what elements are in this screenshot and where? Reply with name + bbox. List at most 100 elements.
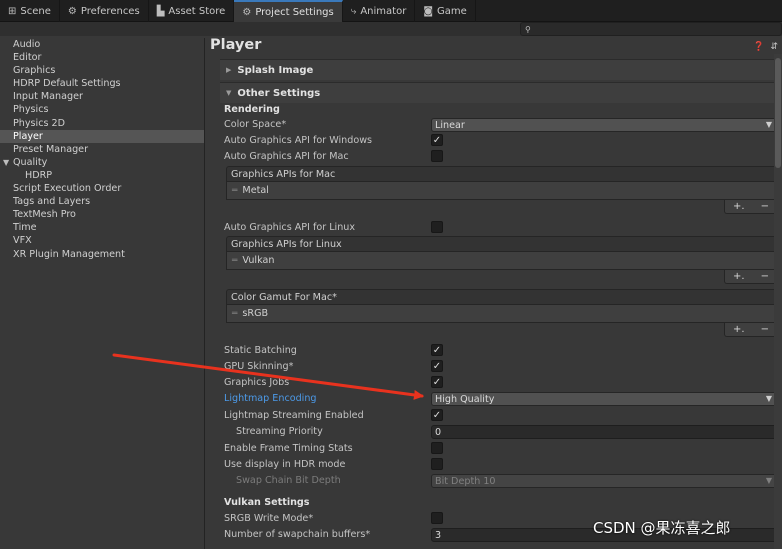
tab-asset-store[interactable]: ▙ Asset Store [149,0,235,22]
sidebar-item-vfx[interactable]: VFX [0,234,204,247]
color-gamut-list-header: Color Gamut For Mac* [226,289,778,305]
auto-graphics-api-windows-label: Auto Graphics API for Windows [224,135,373,146]
tab-label: Preferences [80,5,140,17]
auto-graphics-api-windows-row: Auto Graphics API for Windows ✓ [224,133,778,149]
swapchain-buffers-label: Number of swapchain buffers* [224,529,371,540]
search-input[interactable]: ⚲ [520,22,782,36]
drag-handle-icon[interactable]: ═ [232,256,237,266]
sidebar-item-audio[interactable]: Audio [0,38,204,51]
sidebar-item-time[interactable]: Time [0,221,204,234]
swap-chain-bit-depth-dropdown[interactable]: Bit Depth 10 ▼ [431,474,777,488]
graphics-jobs-checkbox[interactable]: ✓ [431,376,443,388]
static-batching-row: Static Batching ✓ [224,343,778,359]
gpu-skinning-checkbox[interactable]: ✓ [431,360,443,372]
streaming-priority-field[interactable]: 0 [431,425,777,439]
chevron-down-icon: ▼ [226,89,232,97]
dropdown-arrow-icon: ▼ [765,476,772,485]
field-value: 3 [435,529,442,541]
graphics-apis-linux-list-item[interactable]: ═ Vulkan [226,252,778,270]
dropdown-value: Bit Depth 10 [435,475,496,487]
tab-game[interactable]: ◙ Game [415,0,476,22]
color-space-row: Color Space* Linear ▼ [224,117,778,133]
sidebar-item-textmesh-pro[interactable]: TextMesh Pro [0,208,204,221]
swap-chain-bit-depth-row: Swap Chain Bit Depth Bit Depth 10 ▼ [224,473,778,489]
sidebar-item-tags-and-layers[interactable]: Tags and Layers [0,195,204,208]
tab-label: Project Settings [255,6,334,18]
add-button[interactable]: +. [733,271,745,282]
preset-settings-icon[interactable]: ⇵ [770,42,778,52]
tab-label: Scene [20,5,51,17]
rendering-heading: Rendering [224,104,280,115]
drag-handle-icon[interactable]: ═ [232,309,237,319]
chevron-down-icon[interactable]: ▼ [3,156,13,169]
panel-header-icons: ❓ ⇵ [753,42,778,52]
list-header-label: Graphics APIs for Linux [231,238,342,250]
lightmap-encoding-dropdown[interactable]: High Quality ▼ [431,392,777,406]
streaming-priority-label: Streaming Priority [236,426,323,437]
sidebar-item-preset-manager[interactable]: Preset Manager [0,143,204,156]
sidebar-item-hdrp-default-settings[interactable]: HDRP Default Settings [0,77,204,90]
tab-bar-filler [476,0,782,21]
auto-graphics-api-linux-checkbox[interactable] [431,221,443,233]
remove-button[interactable]: − [761,271,769,282]
sidebar-item-hdrp[interactable]: HDRP [0,169,204,182]
frame-timing-row: Enable Frame Timing Stats [224,441,778,457]
sidebar-item-xr-plugin-management[interactable]: XR Plugin Management [0,248,204,261]
list-item-label: Vulkan [242,255,275,266]
auto-graphics-api-mac-checkbox[interactable] [431,150,443,162]
hdr-display-checkbox[interactable] [431,458,443,470]
color-gamut-list-item[interactable]: ═ sRGB [226,305,778,323]
remove-button[interactable]: − [761,324,769,335]
static-batching-checkbox[interactable]: ✓ [431,344,443,356]
gpu-skinning-row: GPU Skinning* ✓ [224,359,778,375]
page-title: Player [210,37,262,53]
add-button[interactable]: +. [733,324,745,335]
sidebar-item-quality[interactable]: ▼ Quality [0,156,204,169]
color-gamut-list-footer: +. − [724,323,778,337]
hdr-display-row: Use display in HDR mode [224,457,778,473]
hdr-display-label: Use display in HDR mode [224,459,346,470]
static-batching-label: Static Batching [224,345,297,356]
streaming-priority-row: Streaming Priority 0 [224,424,778,440]
tab-label: Asset Store [168,5,226,17]
search-icon: ⚲ [525,24,531,34]
sidebar-item-label: Quality [13,156,48,168]
sidebar-item-script-execution-order[interactable]: Script Execution Order [0,182,204,195]
sidebar-item-input-manager[interactable]: Input Manager [0,90,204,103]
sidebar-item-physics-2d[interactable]: Physics 2D [0,117,204,130]
scrollbar-thumb[interactable] [775,58,781,168]
tab-project-settings[interactable]: ⚙ Project Settings [234,0,343,22]
gpu-skinning-label: GPU Skinning* [224,361,294,372]
color-space-dropdown[interactable]: Linear ▼ [431,118,777,132]
sidebar-item-editor[interactable]: Editor [0,51,204,64]
srgb-write-mode-checkbox[interactable] [431,512,443,524]
frame-timing-checkbox[interactable] [431,442,443,454]
editor-tab-bar: ⊞ Scene ⚙ Preferences ▙ Asset Store ⚙ Pr… [0,0,782,22]
lightmap-streaming-label: Lightmap Streaming Enabled [224,410,364,421]
graphics-apis-linux-list-header: Graphics APIs for Linux [226,236,778,252]
lightmap-streaming-checkbox[interactable]: ✓ [431,409,443,421]
auto-graphics-api-windows-checkbox[interactable]: ✓ [431,134,443,146]
list-item-label: sRGB [242,308,269,319]
tab-preferences[interactable]: ⚙ Preferences [60,0,149,22]
watermark-text: CSDN @果冻喜之郎 [593,519,731,537]
sidebar-item-player[interactable]: Player [0,129,204,143]
other-settings-foldout[interactable]: ▼ Other Settings [220,82,778,103]
vertical-scrollbar[interactable] [774,54,782,549]
store-icon: ▙ [156,5,165,17]
splash-image-foldout[interactable]: ▶ Splash Image [220,59,778,80]
auto-graphics-api-linux-row: Auto Graphics API for Linux [224,220,778,236]
list-header-label: Color Gamut For Mac* [231,291,337,303]
graphics-apis-mac-list-item[interactable]: ═ Metal [226,182,778,200]
sidebar-item-physics[interactable]: Physics [0,103,204,116]
tab-scene[interactable]: ⊞ Scene [0,0,60,22]
drag-handle-icon[interactable]: ═ [232,186,237,196]
help-icon[interactable]: ❓ [753,42,764,52]
section-label: Splash Image [237,64,314,76]
sidebar-item-graphics[interactable]: Graphics [0,64,204,77]
add-button[interactable]: +. [733,201,745,212]
field-value: 0 [435,426,442,438]
tab-animator[interactable]: ⤷ Animator [343,0,416,22]
remove-button[interactable]: − [761,201,769,212]
section-label: Other Settings [237,87,321,99]
